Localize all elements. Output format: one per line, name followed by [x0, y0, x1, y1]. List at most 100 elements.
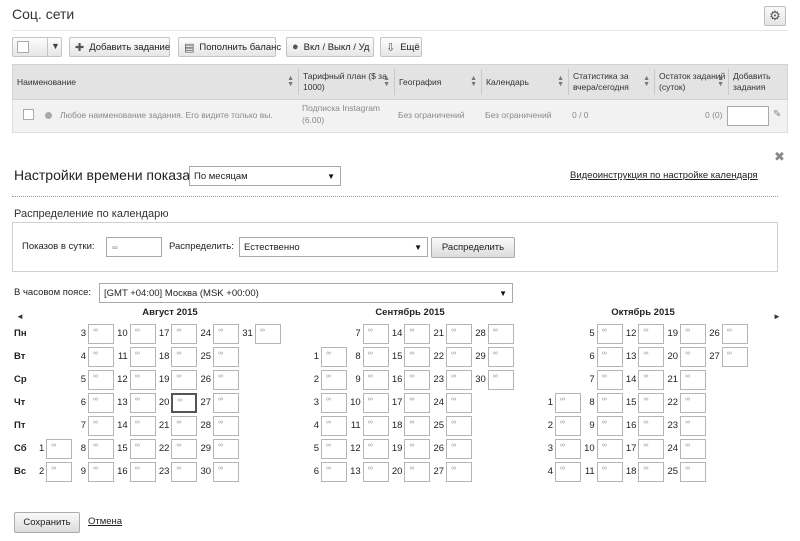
calendar-day-number: 23 [158, 466, 170, 477]
calendar-day-input[interactable]: ∞ [680, 393, 707, 413]
calendar-day: 28 ∞ [201, 416, 240, 436]
row-action-icon[interactable]: ✎ [773, 109, 781, 120]
calendar-day-number: 3 [80, 328, 86, 339]
toggle-button[interactable]: ● Вкл / Выкл / Уд [286, 37, 374, 57]
calendar-day: 22 ∞ [668, 393, 707, 413]
calendar-day-input[interactable]: ∞ [446, 439, 473, 459]
calendar-day-input[interactable]: ∞ [721, 324, 748, 344]
select-all-checkbox[interactable] [17, 41, 29, 53]
calendar-day-number: 22 [433, 351, 445, 362]
cancel-link[interactable]: Отмена [88, 516, 122, 527]
calendar-day-number: 18 [158, 351, 170, 362]
calendar-day-input[interactable]: ∞ [254, 324, 281, 344]
col-calendar[interactable]: Календарь ▲ ▼ [482, 65, 567, 99]
more-button[interactable]: ⇩ Ещё [380, 37, 422, 57]
calendar-day-number: 15 [391, 351, 403, 362]
col-remaining[interactable]: Остаток заданий (суток) ▲ ▼ [655, 65, 727, 99]
weekday-tue: Вт [14, 351, 26, 362]
page-title: Соц. сети [12, 6, 75, 22]
save-button[interactable]: Сохранить [14, 512, 80, 533]
calendar-day-input[interactable]: ∞ [446, 393, 473, 413]
weekday-mon: Пн [14, 328, 27, 339]
calendar-day-number: 11 [117, 351, 128, 362]
calendar-day-number: 13 [625, 351, 637, 362]
arrow-down-icon: ⇩ [386, 41, 396, 54]
calendar-day-number: 21 [158, 420, 170, 431]
calendar-day-input[interactable]: ∞ [487, 347, 514, 367]
calendar-day: 27 ∞ [434, 462, 473, 482]
calendar-day-number: 7 [589, 374, 595, 385]
col-plan[interactable]: Тарифный план ($ за 1000) ▲ ▼ [299, 65, 393, 99]
col-add: Добавить задания [729, 65, 787, 99]
calendar-day-input[interactable]: ∞ [213, 347, 240, 367]
table-row[interactable]: Любое наименование задания. Его видите т… [12, 100, 788, 133]
calendar-day-input[interactable]: ∞ [446, 462, 473, 482]
calendar-day-input[interactable]: ∞ [213, 370, 240, 390]
add-task-button[interactable]: ✚ Добавить задание [69, 37, 170, 57]
calendar-day-number: 6 [80, 397, 86, 408]
calendar-day-input[interactable]: ∞ [680, 439, 707, 459]
calendar-day-number: 15 [117, 443, 128, 454]
row-geo[interactable]: Без ограничений [398, 110, 464, 120]
calendar-day-input[interactable]: ∞ [680, 370, 707, 390]
distribute-select[interactable]: Естественно ▼ [239, 237, 428, 257]
calendar-day-number: 7 [80, 420, 86, 431]
calendar-day-number: 11 [584, 466, 595, 477]
chevron-down-icon[interactable]: ▼ [51, 41, 60, 51]
calendar-day-input[interactable]: ∞ [213, 416, 240, 436]
per-day-input[interactable]: ∞ [106, 237, 162, 257]
row-calendar[interactable]: Без ограничений [485, 110, 551, 120]
calendar-day-number: 6 [589, 351, 595, 362]
calendar-day: 27 ∞ [201, 393, 240, 413]
plus-icon: ✚ [75, 41, 85, 54]
calendar-day-input[interactable]: ∞ [487, 324, 514, 344]
col-name[interactable]: Наименование ▲ ▼ [13, 65, 297, 99]
calendar-day-input[interactable]: ∞ [213, 462, 240, 482]
calendar-day-number: 19 [667, 328, 679, 339]
calendar-day-input[interactable]: ∞ [213, 439, 240, 459]
calendar-day-input[interactable]: ∞ [721, 347, 748, 367]
calendar-day-input[interactable]: ∞ [680, 416, 707, 436]
calendar-day: 24 ∞ [668, 439, 707, 459]
calendar-day-number: 16 [625, 420, 637, 431]
calendar-day: 30 ∞ [201, 462, 240, 482]
row-stats: 0 / 0 [572, 110, 589, 120]
row-checkbox[interactable] [23, 109, 34, 120]
add-tasks-input[interactable] [727, 106, 769, 126]
calendar-day-number: 19 [158, 374, 170, 385]
calendar-day-number: 1 [547, 397, 553, 408]
next-month-icon[interactable]: ► [773, 312, 781, 321]
calendar-day-number: 30 [475, 374, 486, 385]
calendar-day-number: 24 [200, 328, 212, 339]
dotted-divider [12, 196, 778, 197]
row-name[interactable]: Любое наименование задания. Его видите т… [60, 110, 273, 120]
calendar-day-number: 23 [433, 374, 445, 385]
distribute-button[interactable]: Распределить [431, 237, 515, 258]
col-stats[interactable]: Статистика за вчера/сегодня ▲ ▼ [569, 65, 653, 99]
mode-select[interactable]: По месяцам ▼ [189, 166, 341, 186]
settings-title: Настройки времени показа [14, 167, 191, 183]
calendar-day: 29 ∞ [201, 439, 240, 459]
calendar-day-input[interactable]: ∞ [680, 462, 707, 482]
calendar-day-number: 12 [350, 443, 361, 454]
calendar-day-number: 3 [547, 443, 553, 454]
select-all-dropdown[interactable]: ▼ [12, 37, 62, 57]
calendar-day-input[interactable]: ∞ [446, 416, 473, 436]
calendar-day: 25 ∞ [668, 462, 707, 482]
video-instruction-link[interactable]: Видеоинструкция по настройке календаря [570, 170, 758, 181]
col-geo[interactable]: География ▲ ▼ [395, 65, 480, 99]
prev-month-icon[interactable]: ◄ [16, 312, 24, 321]
calendar-day-input[interactable]: ∞ [487, 370, 514, 390]
timezone-select[interactable]: [GMT +04:00] Москва (MSK +00:00) ▼ [99, 283, 513, 303]
close-icon[interactable]: ✖ [774, 149, 785, 165]
calendar-day-number: 10 [117, 328, 128, 339]
calendar-day-number: 17 [625, 443, 637, 454]
calendar-day-number: 2 [39, 466, 45, 477]
table-header: Наименование ▲ ▼ Тарифный план ($ за 1000)… [12, 64, 788, 100]
calendar-day-number: 27 [200, 397, 212, 408]
calendar-day-input[interactable]: ∞ [213, 393, 240, 413]
calendar-day-number: 2 [313, 374, 319, 385]
top-up-button[interactable]: ▤ Пополнить баланс [178, 37, 281, 57]
calendar-day-number: 31 [242, 328, 253, 339]
settings-button[interactable]: ⚙ [764, 6, 786, 26]
